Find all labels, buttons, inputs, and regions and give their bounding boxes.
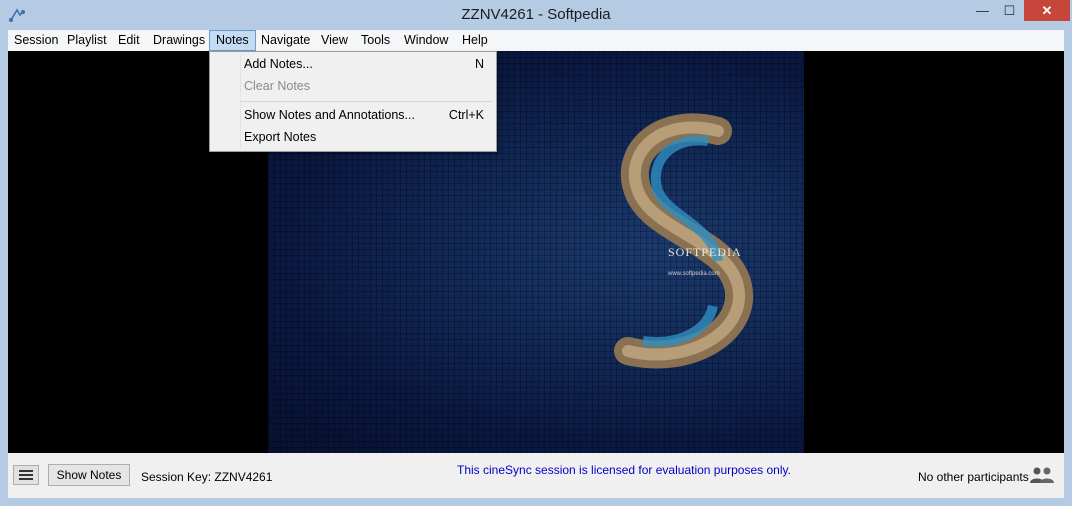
notes-menu-dropdown: Add Notes... N Clear Notes Show Notes an… [209, 51, 497, 152]
title-bar[interactable]: ZZNV4261 - Softpedia — ☐ ✕ [0, 0, 1072, 30]
image-url: www.softpedia.com [668, 271, 720, 277]
menu-drawings[interactable]: Drawings [147, 30, 211, 51]
menu-item-label: Add Notes... [244, 57, 313, 71]
list-icon-line [19, 470, 33, 472]
menu-item-export-notes[interactable]: Export Notes [244, 127, 484, 147]
menu-item-label: Show Notes and Annotations... [244, 108, 415, 122]
menu-window[interactable]: Window [398, 30, 454, 51]
close-button[interactable]: ✕ [1024, 0, 1070, 21]
menu-item-label: Clear Notes [244, 79, 310, 93]
menu-edit[interactable]: Edit [112, 30, 146, 51]
menu-bar: Session Playlist Edit Drawings Notes Nav… [8, 30, 1064, 51]
session-key-label: Session Key: ZZNV4261 [141, 470, 273, 484]
list-icon-line [19, 474, 33, 476]
media-viewport[interactable]: SOFTPEDIA www.softpedia.com [8, 51, 1064, 453]
license-notice: This cineSync session is licensed for ev… [457, 463, 791, 477]
maximize-button[interactable]: ☐ [996, 0, 1023, 21]
menu-playlist[interactable]: Playlist [61, 30, 113, 51]
menu-tools[interactable]: Tools [355, 30, 396, 51]
status-bar: Show Notes Session Key: ZZNV4261 This ci… [8, 453, 1064, 498]
menu-view[interactable]: View [315, 30, 354, 51]
menu-item-clear-notes: Clear Notes [244, 76, 484, 96]
menu-session[interactable]: Session [8, 30, 64, 51]
menu-separator [241, 101, 493, 102]
menu-item-shortcut: N [474, 57, 484, 71]
window-title: ZZNV4261 - Softpedia [461, 6, 611, 23]
menu-navigate[interactable]: Navigate [255, 30, 316, 51]
menu-item-shortcut: Ctrl+K [448, 108, 484, 122]
menu-help[interactable]: Help [456, 30, 494, 51]
menu-notes[interactable]: Notes [209, 30, 256, 51]
menu-item-label: Export Notes [244, 130, 317, 144]
people-icon[interactable] [1028, 466, 1056, 484]
show-notes-button[interactable]: Show Notes [48, 464, 130, 486]
minimize-button[interactable]: — [969, 0, 996, 21]
menu-item-add-notes[interactable]: Add Notes... N [244, 54, 484, 74]
menu-item-show-notes-annotations[interactable]: Show Notes and Annotations... Ctrl+K [244, 105, 484, 125]
list-icon-line [19, 478, 33, 480]
image-watermark: SOFTPEDIA [668, 245, 742, 259]
list-icon[interactable] [13, 465, 39, 485]
participants-label: No other participants [918, 470, 1029, 484]
